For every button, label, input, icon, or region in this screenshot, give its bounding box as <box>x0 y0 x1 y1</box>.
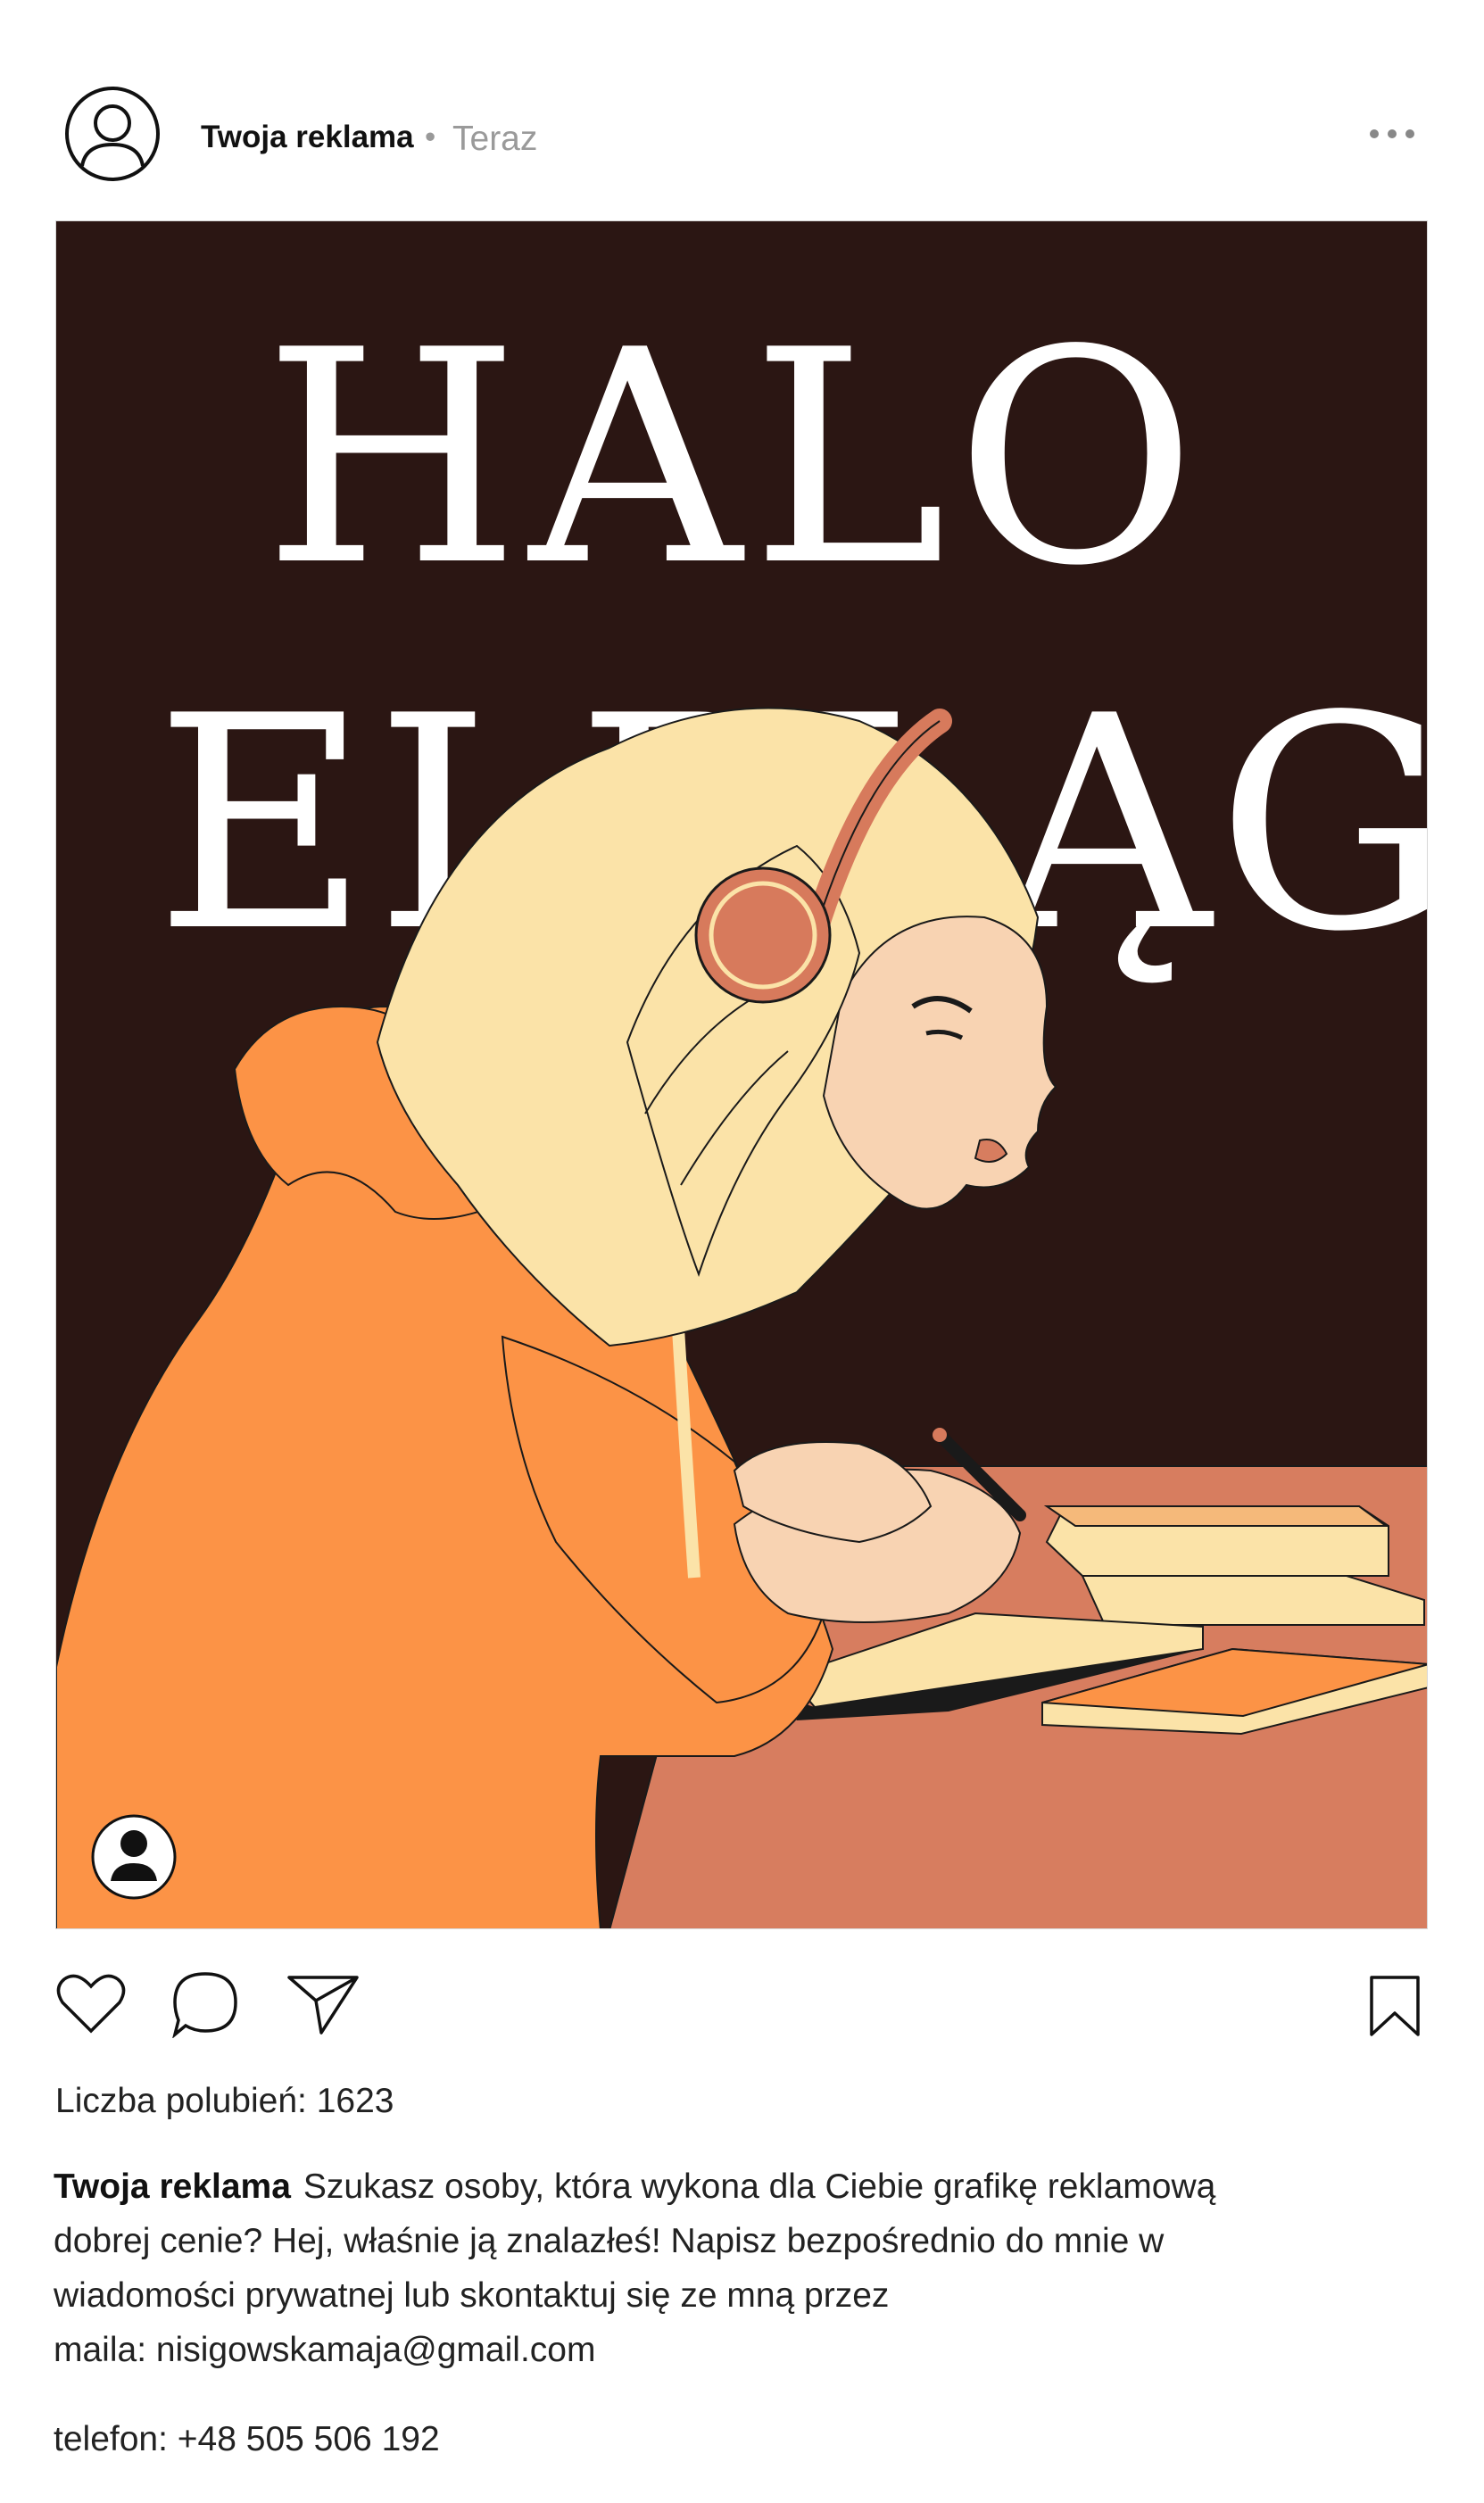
caption-line-2: dobrej cenie? Hej, właśnie ją znalazłeś!… <box>54 2222 1165 2260</box>
post-timestamp: Teraz <box>452 120 538 158</box>
caption-line-4: maila: nisigowskamaja@gmail.com <box>54 2331 596 2369</box>
caption-author[interactable]: Twoja reklama <box>54 2167 291 2206</box>
user-tag-icon[interactable] <box>91 1814 177 1900</box>
caption-phone: telefon: +48 505 506 192 <box>54 2420 440 2458</box>
comment-icon[interactable] <box>171 1970 239 2043</box>
likes-count[interactable]: Liczba polubień: 1623 <box>55 2082 394 2121</box>
user-avatar-icon[interactable] <box>64 86 161 182</box>
post-author-name[interactable]: Twoja reklama <box>201 120 414 155</box>
caption-text-1: Szukasz osoby, która wykona dla Ciebie g… <box>303 2167 1216 2206</box>
caption-line-1: Twoja reklama Szukasz osoby, która wykona… <box>54 2159 1321 2214</box>
post-image[interactable]: HALO ELBLĄG <box>55 220 1428 1929</box>
header-separator: • <box>425 120 436 154</box>
post-header: Twoja reklama • Teraz <box>0 0 1484 214</box>
more-options-icon[interactable] <box>1365 116 1419 152</box>
action-bar <box>0 1963 1484 2052</box>
post-caption: Twoja reklama Szukasz osoby, która wykona… <box>54 2159 1321 2377</box>
heart-icon[interactable] <box>55 1970 127 2039</box>
headline-line1: HALO <box>263 287 1206 630</box>
send-icon[interactable] <box>286 1972 361 2041</box>
bookmark-icon[interactable] <box>1368 1974 1422 2043</box>
caption-line-3: wiadomości prywatnej lub skontaktuj się … <box>54 2276 890 2315</box>
